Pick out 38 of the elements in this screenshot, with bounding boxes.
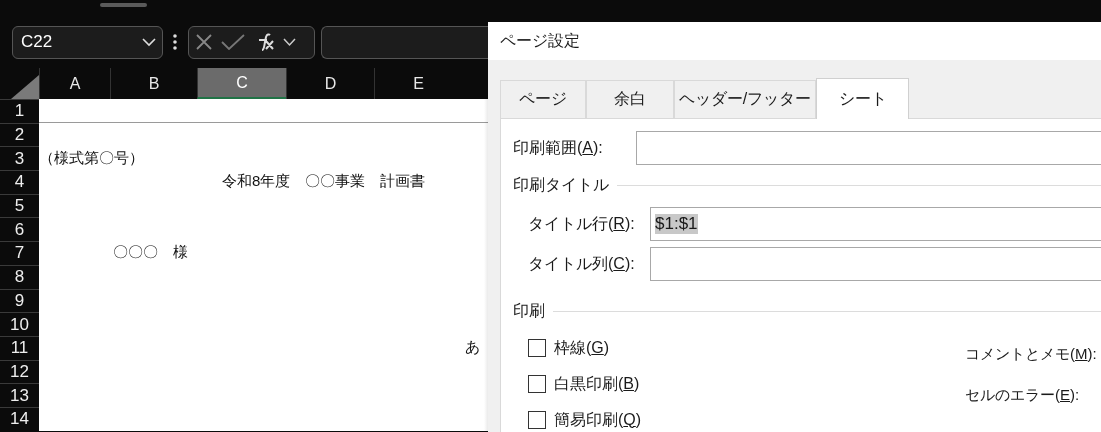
field-label: 印刷範囲(A): bbox=[513, 137, 604, 158]
cancel-icon[interactable] bbox=[195, 33, 214, 51]
checkbox-label[interactable]: 簡易印刷(Q) bbox=[554, 409, 642, 431]
cell-text: （様式第〇号） bbox=[39, 148, 144, 168]
setting-label: セルのエラー(E): bbox=[965, 386, 1081, 405]
print-area-field[interactable] bbox=[636, 131, 1101, 165]
checkbox[interactable] bbox=[528, 339, 546, 357]
checkbox-label[interactable]: 枠線(G) bbox=[554, 337, 610, 359]
checkbox-label[interactable]: 白黒印刷(B) bbox=[554, 373, 640, 395]
cell-text: 令和8年度 〇〇事業 計画書 bbox=[222, 172, 426, 192]
more-options-icon[interactable] bbox=[172, 34, 179, 50]
cell-text: あ bbox=[465, 338, 480, 358]
field-label: タイトル行(R): bbox=[528, 213, 636, 234]
chevron-down-icon[interactable] bbox=[283, 37, 297, 47]
checkbox[interactable] bbox=[528, 375, 546, 393]
dialog-title: ページ設定 bbox=[500, 30, 580, 51]
worksheet-grid[interactable]: （様式第〇号） 令和8年度 〇〇事業 計画書 〇〇〇 様 あ bbox=[39, 99, 490, 431]
title-range-field[interactable] bbox=[650, 247, 1101, 281]
setting-label: コメントとメモ(M): bbox=[965, 345, 1097, 364]
column-header[interactable]: C bbox=[197, 68, 286, 99]
section-heading: 印刷 bbox=[513, 300, 545, 321]
formula-input[interactable] bbox=[320, 25, 490, 59]
field-label: タイトル列(C): bbox=[528, 253, 636, 274]
section-heading: 印刷タイトル bbox=[513, 174, 609, 195]
window-handle[interactable] bbox=[100, 3, 147, 7]
chevron-down-icon bbox=[142, 37, 157, 47]
cell-text: 〇〇〇 様 bbox=[113, 243, 188, 263]
tab[interactable]: ヘッダー/フッター bbox=[674, 80, 816, 118]
cell-reference: C22 bbox=[21, 32, 53, 52]
title-range-field[interactable]: $1:$1 bbox=[650, 207, 1101, 241]
tab[interactable]: 余白 bbox=[586, 80, 674, 118]
tab[interactable]: ページ bbox=[500, 80, 586, 118]
checkbox[interactable] bbox=[528, 411, 546, 429]
field-value: $1:$1 bbox=[655, 214, 698, 234]
checkmark-icon[interactable] bbox=[221, 34, 246, 50]
name-box[interactable]: C22 bbox=[12, 25, 164, 59]
tab[interactable]: シート bbox=[816, 78, 909, 119]
select-all-icon[interactable] bbox=[9, 75, 39, 99]
